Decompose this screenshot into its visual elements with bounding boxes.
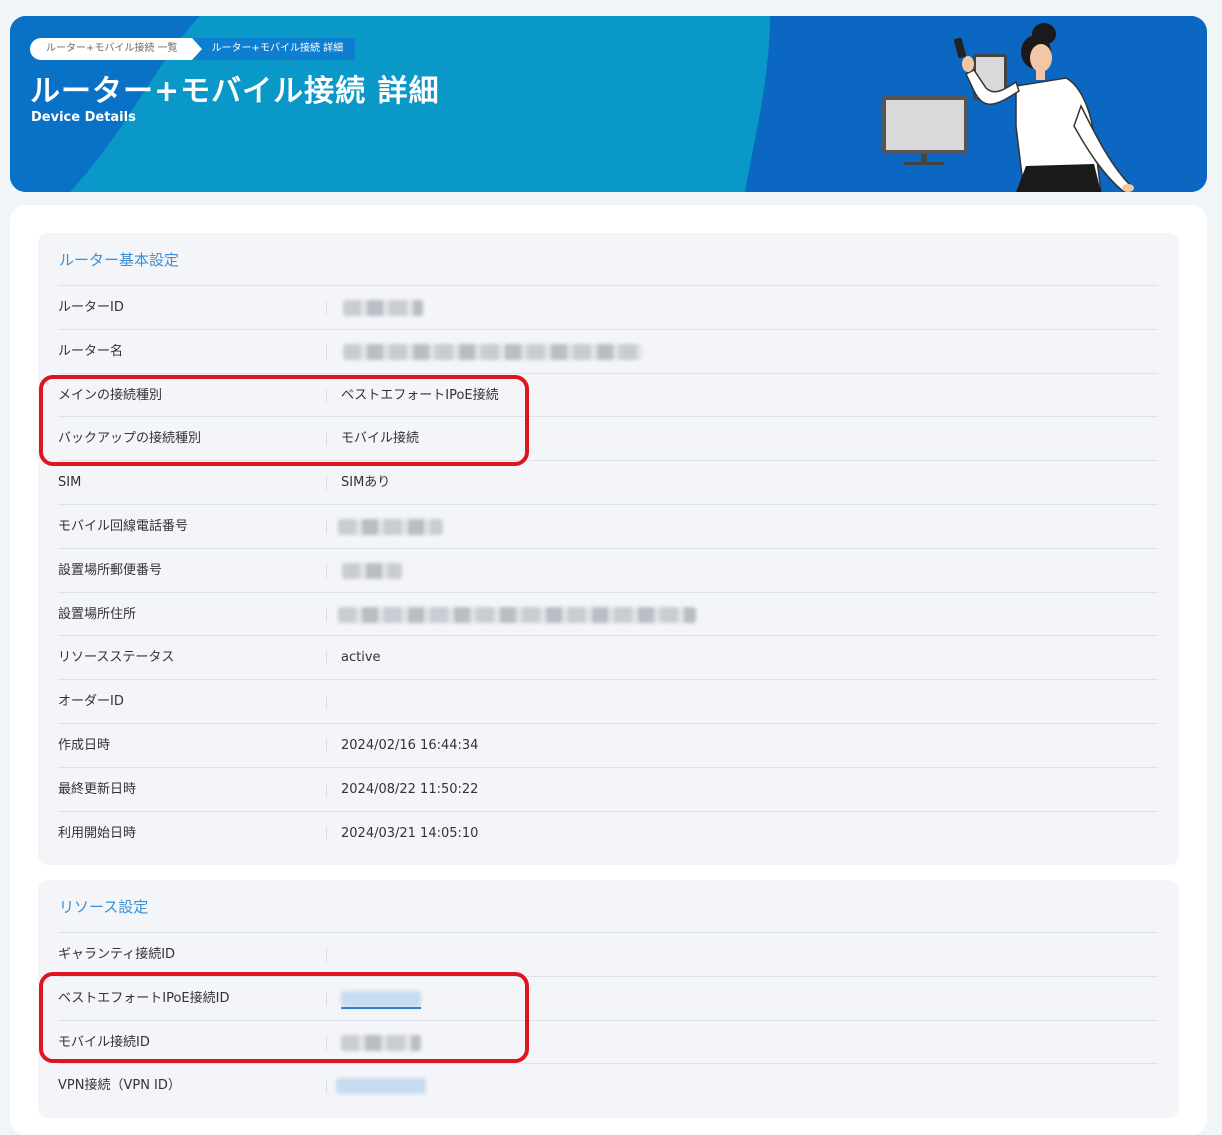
row-order-id: オーダーID (58, 679, 1158, 723)
row-mobile-connection-id: モバイル接続ID (58, 1019, 1158, 1064)
header-banner: ルーター+モバイル接続 一覧 ルーター+モバイル接続 詳細 ルーター+モバイル接… (10, 16, 1207, 192)
field-label: ルーターID (58, 300, 124, 315)
field-label: メインの接続種別 (58, 387, 163, 403)
field-label: バックアップの接続種別 (58, 431, 202, 447)
redacted-value (336, 1078, 426, 1095)
divider (326, 388, 327, 403)
row-start-date: 利用開始日時 2024/03/21 14:05:10 (58, 810, 1158, 855)
field-label: モバイル回線電話番号 (58, 518, 189, 534)
divider (326, 1079, 327, 1094)
divider (326, 563, 327, 578)
redacted-value (341, 1034, 421, 1051)
field-label: ルーター名 (58, 343, 124, 359)
divider (326, 651, 327, 666)
field-label: モバイル接続ID (58, 1034, 150, 1050)
breadcrumb-current: ルーター+モバイル接続 詳細 (191, 38, 356, 60)
redacted-link[interactable] (341, 990, 421, 1007)
link-underline (341, 1006, 421, 1009)
breadcrumb: ルーター+モバイル接続 一覧 ルーター+モバイル接続 詳細 (30, 38, 356, 60)
divider (326, 991, 327, 1006)
divider (326, 738, 327, 753)
page-title: ルーター+モバイル接続 詳細 (30, 74, 440, 109)
divider (326, 432, 327, 447)
divider (326, 948, 327, 962)
redacted-value (338, 518, 443, 535)
divider (326, 695, 327, 710)
divider (326, 607, 327, 622)
row-main-connection-type: メインの接続種別 ベストエフォートIPoE接続 (58, 372, 1158, 417)
field-label: ギャランティ接続ID (58, 947, 176, 962)
page-subtitle: Device Details (31, 110, 136, 125)
field-label: 設置場所住所 (58, 606, 137, 622)
field-label: オーダーID (58, 694, 124, 710)
row-guaranteed-connection-id: ギャランティ接続ID (58, 932, 1158, 976)
row-sim: SIM SIMあり (58, 460, 1158, 504)
field-value: モバイル接続 (341, 431, 420, 447)
field-value: 2024/03/21 14:05:10 (341, 825, 479, 841)
redacted-value (343, 300, 423, 316)
row-address: 設置場所住所 (58, 591, 1158, 636)
field-value: 2024/08/22 11:50:22 (341, 781, 479, 797)
row-mobile-phone-number: モバイル回線電話番号 (58, 503, 1158, 548)
row-backup-connection-type: バックアップの接続種別 モバイル接続 (58, 416, 1158, 460)
row-created-at: 作成日時 2024/02/16 16:44:34 (58, 722, 1158, 767)
resource-settings-section: リソース設定 ギャランティ接続ID ベストエフォートIPoE接続ID モバイル接… (38, 880, 1179, 1118)
row-resource-status: リソースステータス active (58, 635, 1158, 679)
router-basic-settings-section: ルーター基本設定 ルーターID ルーター名 メインの接続種別 ベストエフォートI… (38, 233, 1179, 865)
row-router-name: ルーター名 (58, 328, 1158, 373)
field-label: VPN接続（VPN ID） (58, 1078, 181, 1094)
field-label: 最終更新日時 (58, 781, 137, 797)
router-basic-rows: ルーターID ルーター名 メインの接続種別 ベストエフォートIPoE接続 バック… (58, 285, 1158, 854)
redacted-value (342, 562, 402, 579)
field-value: ベストエフォートIPoE接続 (341, 387, 499, 403)
divider (326, 344, 327, 359)
redacted-value (343, 343, 643, 360)
field-label: 作成日時 (58, 737, 111, 753)
woman-with-devices-illustration (882, 23, 1134, 192)
row-vpn-connection-id: VPN接続（VPN ID） (58, 1063, 1158, 1107)
field-label: リソースステータス (58, 650, 175, 666)
field-label: 設置場所郵便番号 (58, 562, 163, 578)
field-label: ベストエフォートIPoE接続ID (58, 990, 230, 1006)
field-value: active (341, 650, 381, 666)
field-label: SIM (58, 475, 82, 491)
divider (326, 782, 327, 797)
field-label: 利用開始日時 (58, 825, 137, 841)
redacted-value (338, 606, 696, 623)
field-value: SIMあり (341, 475, 391, 491)
section-title-router-basic: ルーター基本設定 (59, 251, 180, 269)
divider (326, 1035, 327, 1050)
row-postal-code: 設置場所郵便番号 (58, 547, 1158, 592)
divider (326, 519, 327, 534)
breadcrumb-link-list[interactable]: ルーター+モバイル接続 一覧 (30, 38, 202, 60)
row-updated-at: 最終更新日時 2024/08/22 11:50:22 (58, 766, 1158, 811)
section-title-resource: リソース設定 (59, 898, 149, 916)
divider (326, 476, 327, 491)
resource-rows: ギャランティ接続ID ベストエフォートIPoE接続ID モバイル接続ID VPN… (58, 932, 1158, 1107)
divider (326, 301, 327, 315)
field-value: 2024/02/16 16:44:34 (341, 737, 479, 753)
main-card: ルーター基本設定 ルーターID ルーター名 メインの接続種別 ベストエフォートI… (10, 205, 1207, 1135)
row-best-effort-ipoe-id: ベストエフォートIPoE接続ID (58, 975, 1158, 1020)
row-router-id: ルーターID (58, 285, 1158, 329)
divider (326, 826, 327, 841)
